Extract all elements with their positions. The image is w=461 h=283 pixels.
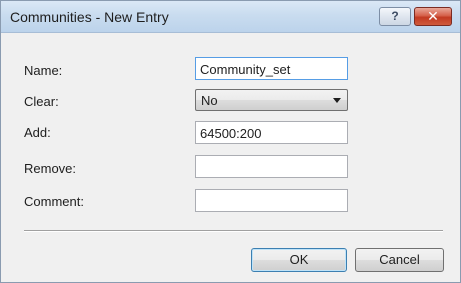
name-field[interactable]: Community_set bbox=[195, 57, 348, 80]
dialog-window: Communities - New Entry ? ✕ Name: Commun… bbox=[0, 0, 461, 283]
add-field[interactable]: 64500:200 bbox=[195, 121, 348, 144]
clear-label: Clear: bbox=[24, 94, 59, 109]
add-label: Add: bbox=[24, 125, 51, 140]
cancel-button[interactable]: Cancel bbox=[355, 248, 444, 272]
window-title: Communities - New Entry bbox=[10, 9, 169, 25]
chevron-down-icon bbox=[333, 98, 341, 103]
remove-label: Remove: bbox=[24, 161, 77, 176]
name-label: Name: bbox=[24, 63, 63, 78]
title-bar[interactable]: Communities - New Entry ? ✕ bbox=[1, 1, 460, 33]
comment-field[interactable] bbox=[195, 189, 348, 212]
close-button[interactable]: ✕ bbox=[414, 7, 452, 26]
help-button[interactable]: ? bbox=[379, 7, 411, 26]
separator bbox=[24, 230, 443, 232]
comment-label: Comment: bbox=[24, 194, 84, 209]
clear-selected-value: No bbox=[201, 93, 218, 108]
ok-button[interactable]: OK bbox=[251, 248, 347, 272]
remove-field[interactable] bbox=[195, 155, 348, 178]
clear-select[interactable]: No bbox=[195, 89, 348, 111]
question-mark-icon: ? bbox=[391, 9, 399, 23]
dialog-content: Name: Community_set Clear: No Add: 64500… bbox=[1, 33, 460, 282]
close-icon: ✕ bbox=[427, 8, 439, 24]
